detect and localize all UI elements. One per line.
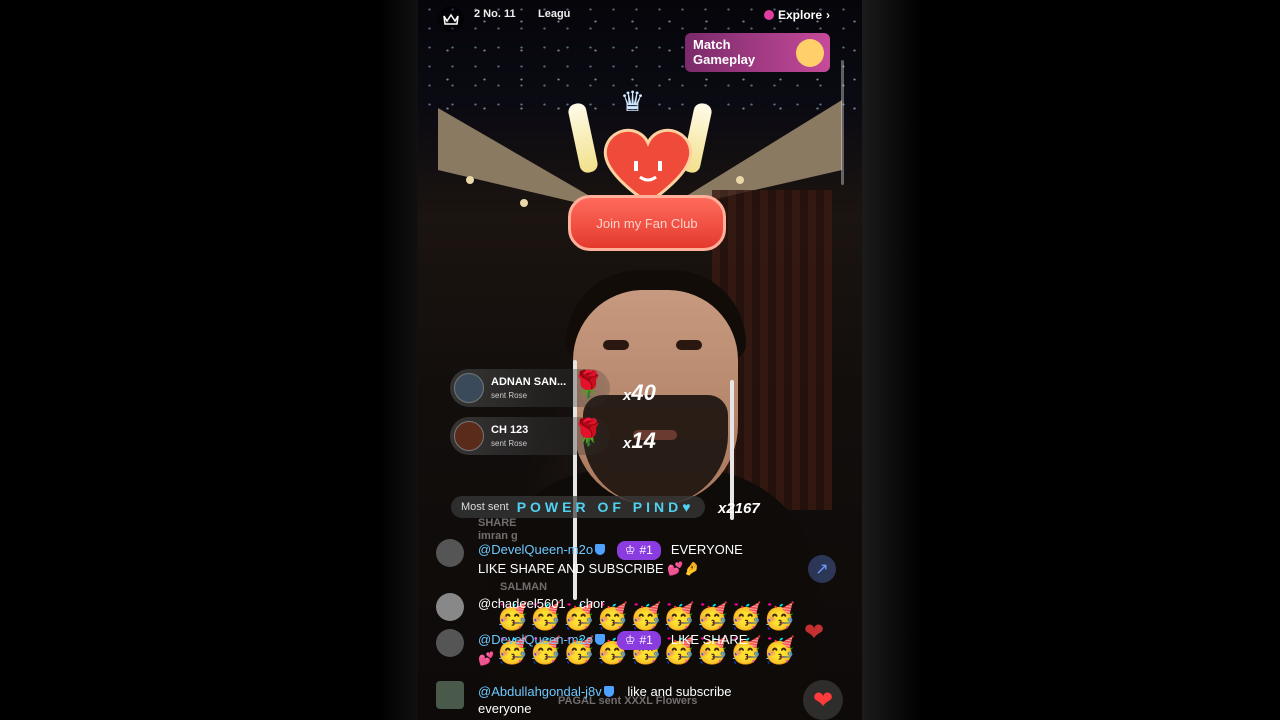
verified-shield-icon xyxy=(603,686,614,697)
gift-notification: ADNAN SAN... sent Rose 🌹 xyxy=(450,369,610,407)
chat-text: LIKE SHARE xyxy=(670,632,748,647)
gift-notification: CH 123 sent Rose 🌹 xyxy=(450,417,610,455)
gift-sender-name: ADNAN SAN... xyxy=(491,376,567,388)
chat-text: like and subscribe xyxy=(627,684,732,699)
background-blur-right xyxy=(862,0,922,720)
gift-sender-name: CH 123 xyxy=(491,424,529,436)
verified-shield-icon xyxy=(595,634,606,645)
avatar[interactable] xyxy=(436,593,464,621)
chevron-right-icon: › xyxy=(826,8,830,22)
crown-button[interactable] xyxy=(438,6,464,32)
live-stream-view: ♛ Join my Fan Club 2 No. 11 Leagu Explor… xyxy=(418,0,862,720)
rose-icon: 🌹 xyxy=(572,369,605,399)
avatar[interactable] xyxy=(454,421,484,451)
crown-icon: ♔ xyxy=(624,633,636,647)
gift-count: x40 xyxy=(623,380,656,405)
game-mascot-icon xyxy=(796,39,824,67)
avatar[interactable] xyxy=(436,629,464,657)
most-sent-label: Most sent xyxy=(461,501,509,513)
top-bar: 2 No. 11 Leagu Explore › xyxy=(418,0,862,32)
chat-feed: SHARE imran g SALMAN PAGAL sent XXXL Flo… xyxy=(436,515,816,720)
crown-icon: ♛ xyxy=(620,86,646,117)
chat-username[interactable]: @DevelQueen-m2o xyxy=(478,542,593,557)
match-gameplay-label: Match Gameplay xyxy=(693,37,756,67)
match-gameplay-button[interactable]: Match Gameplay xyxy=(685,33,830,72)
chat-text: everyone xyxy=(478,701,532,716)
avatar[interactable] xyxy=(454,373,484,403)
chat-text: 💕 xyxy=(478,651,495,666)
gift-action: sent Rose xyxy=(491,439,528,448)
explore-button[interactable]: Explore › xyxy=(763,8,830,22)
avatar[interactable] xyxy=(436,539,464,567)
chat-username[interactable]: @Abdullahgondal-j8v xyxy=(478,684,602,699)
fan-club-sticker[interactable]: ♛ Join my Fan Club xyxy=(566,85,726,265)
chat-text: chor xyxy=(579,596,605,611)
chat-text: EVERYONE xyxy=(670,542,743,557)
rose-icon: 🌹 xyxy=(572,417,605,447)
rank-badge: ♔ #1 xyxy=(616,541,661,560)
share-icon: ↗ xyxy=(815,561,829,578)
earphone-cable xyxy=(730,380,734,520)
heart-icon: ❤ xyxy=(812,686,834,714)
explore-label: Explore xyxy=(777,8,822,22)
crown-icon xyxy=(443,13,459,25)
fan-club-label: Join my Fan Club xyxy=(568,195,726,251)
like-button[interactable]: ❤ xyxy=(803,680,843,720)
rank-badge: ♔ #1 xyxy=(616,631,661,650)
floating-heart-icon: ❤ xyxy=(804,619,825,646)
avatar[interactable] xyxy=(436,681,464,709)
scroll-indicator xyxy=(841,60,844,185)
person-eye xyxy=(676,340,702,350)
most-sent-name[interactable]: POWER OF PIND♥ xyxy=(517,499,695,515)
share-button[interactable]: ↗ xyxy=(808,555,836,583)
person-eye xyxy=(603,340,629,350)
chat-username[interactable]: @DevelQueen-m2o xyxy=(478,632,593,647)
gift-count: x14 xyxy=(623,428,656,453)
chat-text: LIKE SHARE AND SUBSCRIBE 💕🤌 xyxy=(478,561,700,576)
explore-dot-icon xyxy=(763,10,774,20)
chat-ghost-line: SALMAN xyxy=(500,581,548,593)
glow-stick-left xyxy=(566,101,600,175)
gift-action: sent Rose xyxy=(491,391,528,400)
league-label[interactable]: Leagu xyxy=(538,8,570,20)
chat-ghost-line: SHARE xyxy=(478,517,517,529)
league-rank[interactable]: 2 No. 11 xyxy=(474,8,516,20)
heart-mascot-icon xyxy=(603,128,693,205)
chat-username[interactable]: @chadeel5601 xyxy=(478,596,566,611)
verified-shield-icon xyxy=(595,544,606,555)
crown-icon: ♔ xyxy=(624,543,636,557)
